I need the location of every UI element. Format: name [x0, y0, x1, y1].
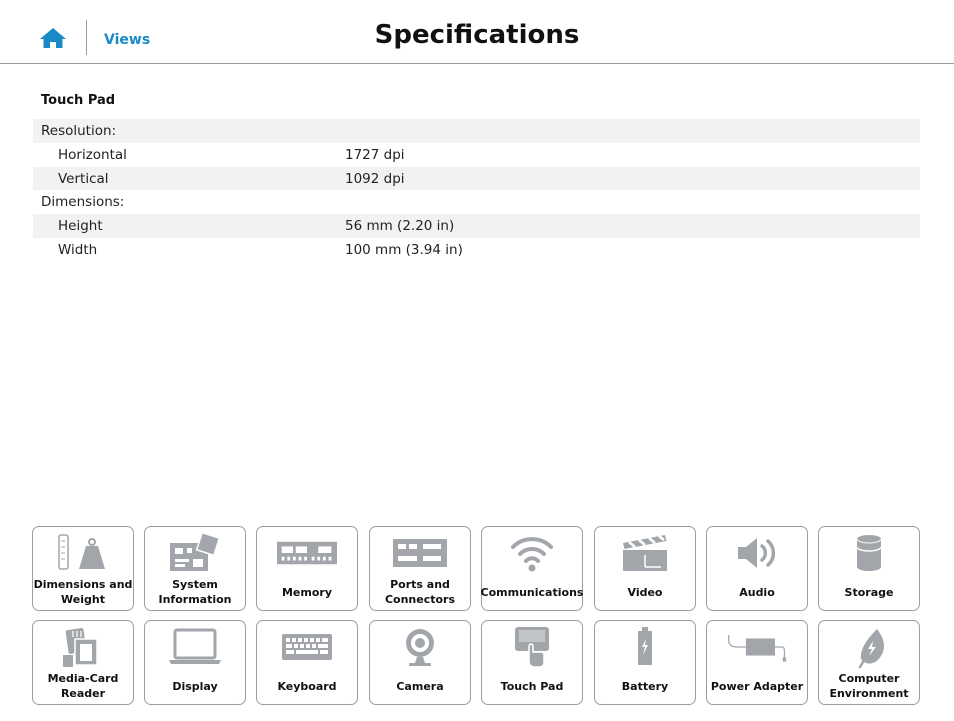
- tile-ports-connectors[interactable]: Ports and Connectors: [369, 526, 471, 611]
- tile-label: Touch Pad: [500, 679, 564, 693]
- spec-row-width: Width 100 mm (3.94 in): [33, 238, 920, 262]
- spec-row-dimensions: Dimensions:: [33, 190, 920, 214]
- tile-label: Storage: [844, 585, 894, 599]
- tile-audio[interactable]: Audio: [706, 526, 808, 611]
- tile-label: Display: [172, 679, 218, 693]
- tile-communications[interactable]: Communications: [481, 526, 583, 611]
- spec-row-vertical: Vertical 1092 dpi: [33, 167, 920, 190]
- storage-icon: [819, 531, 919, 575]
- tile-label: Battery: [621, 679, 669, 693]
- tile-battery[interactable]: Battery: [594, 620, 696, 705]
- tile-camera[interactable]: Camera: [369, 620, 471, 705]
- tile-dimensions-weight[interactable]: Dimensions and Weight: [32, 526, 134, 611]
- tile-label: Video: [627, 585, 663, 599]
- spec-value: 100 mm (3.94 in): [345, 242, 463, 258]
- battery-icon: [595, 625, 695, 669]
- tile-label: Camera: [396, 679, 444, 693]
- webcam-icon: [370, 625, 470, 669]
- section-title: Touch Pad: [41, 93, 116, 108]
- page-title: Specifications: [374, 20, 580, 50]
- tile-computer-environment[interactable]: Computer Environment: [818, 620, 920, 705]
- spec-label: Horizontal: [58, 147, 127, 163]
- tile-label: Dimensions and Weight: [33, 578, 133, 606]
- keyboard-icon: [257, 625, 357, 669]
- tile-label: Media-Card Reader: [47, 672, 119, 700]
- spec-label: Width: [58, 242, 98, 258]
- spec-label: Resolution:: [41, 123, 117, 139]
- spec-label: Dimensions:: [41, 194, 125, 210]
- tile-memory[interactable]: Memory: [256, 526, 358, 611]
- spec-label: Vertical: [58, 170, 109, 187]
- spec-table: Resolution: Horizontal 1727 dpi Vertical…: [33, 119, 920, 262]
- speaker-icon: [707, 531, 807, 575]
- memory-icon: [257, 531, 357, 575]
- tile-label: Communications: [480, 585, 584, 599]
- clapperboard-icon: [595, 531, 695, 575]
- spec-row-height: Height 56 mm (2.20 in): [33, 214, 920, 238]
- spec-value: 56 mm (2.20 in): [345, 218, 455, 234]
- media-card-icon: [33, 625, 133, 669]
- spec-row-resolution: Resolution:: [33, 119, 920, 143]
- spec-value: 1092 dpi: [345, 170, 405, 187]
- tile-storage[interactable]: Storage: [818, 526, 920, 611]
- tile-label: Ports and Connectors: [384, 578, 456, 606]
- laptop-icon: [145, 625, 245, 669]
- tile-label: Memory: [281, 585, 333, 599]
- spec-value: 1727 dpi: [345, 147, 405, 163]
- wifi-icon: [482, 531, 582, 575]
- power-adapter-icon: [707, 625, 807, 669]
- tile-display[interactable]: Display: [144, 620, 246, 705]
- tile-system-information[interactable]: System Information: [144, 526, 246, 611]
- tile-label: Computer Environment: [829, 672, 909, 700]
- tile-touch-pad[interactable]: Touch Pad: [481, 620, 583, 705]
- spec-row-horizontal: Horizontal 1727 dpi: [33, 143, 920, 167]
- touchpad-icon: [482, 625, 582, 669]
- tile-keyboard[interactable]: Keyboard: [256, 620, 358, 705]
- tile-power-adapter[interactable]: Power Adapter: [706, 620, 808, 705]
- tile-label: Audio: [739, 585, 775, 599]
- weight-icon: [33, 531, 133, 575]
- ports-icon: [370, 531, 470, 575]
- leaf-icon: [819, 625, 919, 669]
- tile-video[interactable]: Video: [594, 526, 696, 611]
- tile-label: System Information: [158, 578, 232, 606]
- tile-label: Power Adapter: [710, 679, 804, 693]
- tile-media-card-reader[interactable]: Media-Card Reader: [32, 620, 134, 705]
- spec-label: Height: [58, 218, 103, 234]
- system-board-icon: [145, 531, 245, 575]
- tile-label: Keyboard: [277, 679, 337, 693]
- header: Views Specifications: [0, 0, 954, 64]
